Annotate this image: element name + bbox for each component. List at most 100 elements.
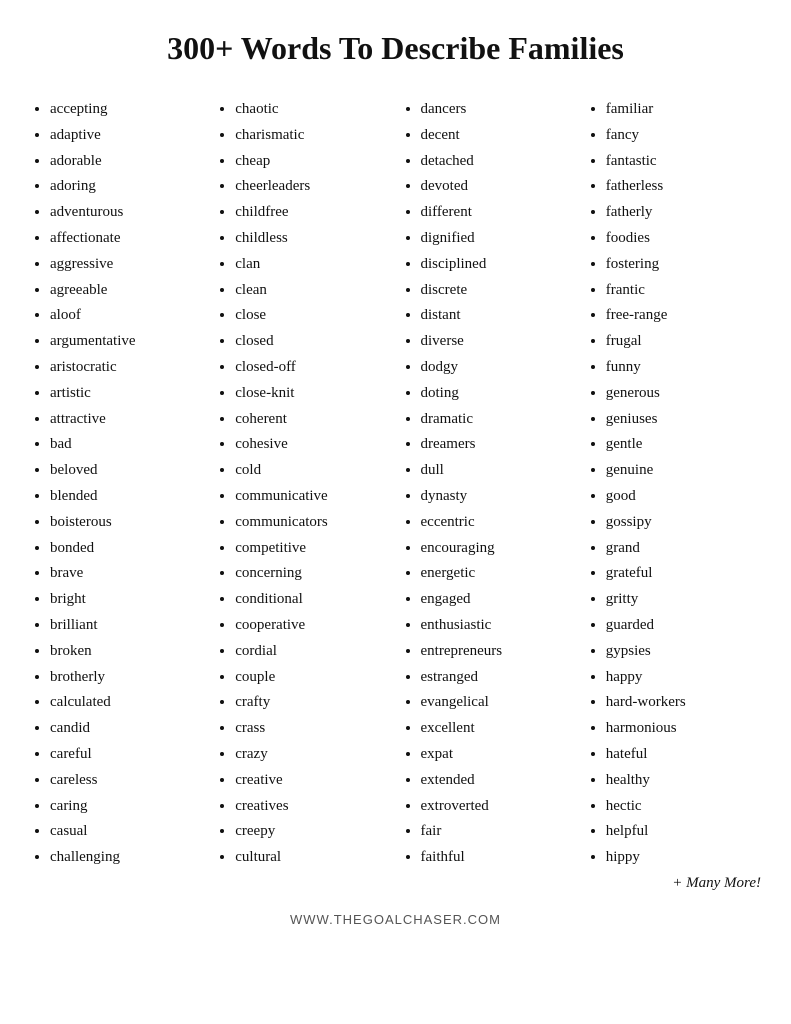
list-item: guarded bbox=[606, 613, 761, 639]
list-item: extroverted bbox=[421, 794, 576, 820]
column-3: dancersdecentdetacheddevoteddifferentdig… bbox=[401, 97, 576, 871]
list-item: happy bbox=[606, 665, 761, 691]
list-item: brilliant bbox=[50, 613, 205, 639]
list-item: faithful bbox=[421, 845, 576, 871]
list-item: affectionate bbox=[50, 226, 205, 252]
list-item: communicators bbox=[235, 510, 390, 536]
column-2: chaoticcharismaticcheapcheerleaderschild… bbox=[215, 97, 390, 871]
list-item: conditional bbox=[235, 587, 390, 613]
list-item: good bbox=[606, 484, 761, 510]
list-item: expat bbox=[421, 742, 576, 768]
list-item: frantic bbox=[606, 278, 761, 304]
list-item: agreeable bbox=[50, 278, 205, 304]
list-item: aristocratic bbox=[50, 355, 205, 381]
list-item: hectic bbox=[606, 794, 761, 820]
list-item: bad bbox=[50, 432, 205, 458]
list-item: close bbox=[235, 303, 390, 329]
list-item: cooperative bbox=[235, 613, 390, 639]
list-item: attractive bbox=[50, 407, 205, 433]
list-item: crafty bbox=[235, 690, 390, 716]
list-item: healthy bbox=[606, 768, 761, 794]
list-item: challenging bbox=[50, 845, 205, 871]
list-item: bright bbox=[50, 587, 205, 613]
list-item: hard-workers bbox=[606, 690, 761, 716]
column-4: familiarfancyfantasticfatherlessfatherly… bbox=[586, 97, 761, 871]
list-item: distant bbox=[421, 303, 576, 329]
list-item: dignified bbox=[421, 226, 576, 252]
page-title: 300+ Words To Describe Families bbox=[167, 30, 624, 67]
list-item: clan bbox=[235, 252, 390, 278]
list-item: frugal bbox=[606, 329, 761, 355]
list-item: clean bbox=[235, 278, 390, 304]
more-label: + Many More! bbox=[30, 875, 761, 892]
list-item: fair bbox=[421, 819, 576, 845]
list-item: gritty bbox=[606, 587, 761, 613]
list-item: gypsies bbox=[606, 639, 761, 665]
list-item: careless bbox=[50, 768, 205, 794]
list-item: blended bbox=[50, 484, 205, 510]
list-item: helpful bbox=[606, 819, 761, 845]
list-item: decent bbox=[421, 123, 576, 149]
list-item: encouraging bbox=[421, 536, 576, 562]
list-item: gossipy bbox=[606, 510, 761, 536]
list-item: grand bbox=[606, 536, 761, 562]
list-item: harmonious bbox=[606, 716, 761, 742]
list-item: gentle bbox=[606, 432, 761, 458]
list-item: engaged bbox=[421, 587, 576, 613]
list-item: adaptive bbox=[50, 123, 205, 149]
word-columns: acceptingadaptiveadorableadoringadventur… bbox=[30, 97, 761, 871]
list-item: dodgy bbox=[421, 355, 576, 381]
list-item: couple bbox=[235, 665, 390, 691]
list-item: broken bbox=[50, 639, 205, 665]
list-item: dynasty bbox=[421, 484, 576, 510]
list-item: chaotic bbox=[235, 97, 390, 123]
list-item: boisterous bbox=[50, 510, 205, 536]
list-item: beloved bbox=[50, 458, 205, 484]
list-item: creatives bbox=[235, 794, 390, 820]
list-item: cultural bbox=[235, 845, 390, 871]
list-item: evangelical bbox=[421, 690, 576, 716]
list-item: brave bbox=[50, 561, 205, 587]
list-item: careful bbox=[50, 742, 205, 768]
list-item: caring bbox=[50, 794, 205, 820]
list-item: devoted bbox=[421, 174, 576, 200]
list-item: estranged bbox=[421, 665, 576, 691]
list-item: generous bbox=[606, 381, 761, 407]
column-1: acceptingadaptiveadorableadoringadventur… bbox=[30, 97, 205, 871]
list-item: dull bbox=[421, 458, 576, 484]
list-item: concerning bbox=[235, 561, 390, 587]
list-item: cold bbox=[235, 458, 390, 484]
list-item: close-knit bbox=[235, 381, 390, 407]
list-item: familiar bbox=[606, 97, 761, 123]
list-item: funny bbox=[606, 355, 761, 381]
list-item: calculated bbox=[50, 690, 205, 716]
list-item: fatherless bbox=[606, 174, 761, 200]
list-item: casual bbox=[50, 819, 205, 845]
list-item: candid bbox=[50, 716, 205, 742]
list-item: coherent bbox=[235, 407, 390, 433]
list-item: hateful bbox=[606, 742, 761, 768]
list-item: discrete bbox=[421, 278, 576, 304]
list-item: detached bbox=[421, 149, 576, 175]
list-item: dramatic bbox=[421, 407, 576, 433]
footer-url: WWW.THEGOALCHASER.COM bbox=[290, 912, 501, 927]
list-item: extended bbox=[421, 768, 576, 794]
list-item: closed-off bbox=[235, 355, 390, 381]
list-item: communicative bbox=[235, 484, 390, 510]
list-item: adorable bbox=[50, 149, 205, 175]
list-item: disciplined bbox=[421, 252, 576, 278]
list-item: crazy bbox=[235, 742, 390, 768]
list-item: dreamers bbox=[421, 432, 576, 458]
list-item: fantastic bbox=[606, 149, 761, 175]
list-item: excellent bbox=[421, 716, 576, 742]
list-item: aggressive bbox=[50, 252, 205, 278]
list-item: genuine bbox=[606, 458, 761, 484]
list-item: crass bbox=[235, 716, 390, 742]
list-item: different bbox=[421, 200, 576, 226]
list-item: argumentative bbox=[50, 329, 205, 355]
list-item: geniuses bbox=[606, 407, 761, 433]
list-item: creative bbox=[235, 768, 390, 794]
list-item: accepting bbox=[50, 97, 205, 123]
list-item: entrepreneurs bbox=[421, 639, 576, 665]
list-item: fostering bbox=[606, 252, 761, 278]
